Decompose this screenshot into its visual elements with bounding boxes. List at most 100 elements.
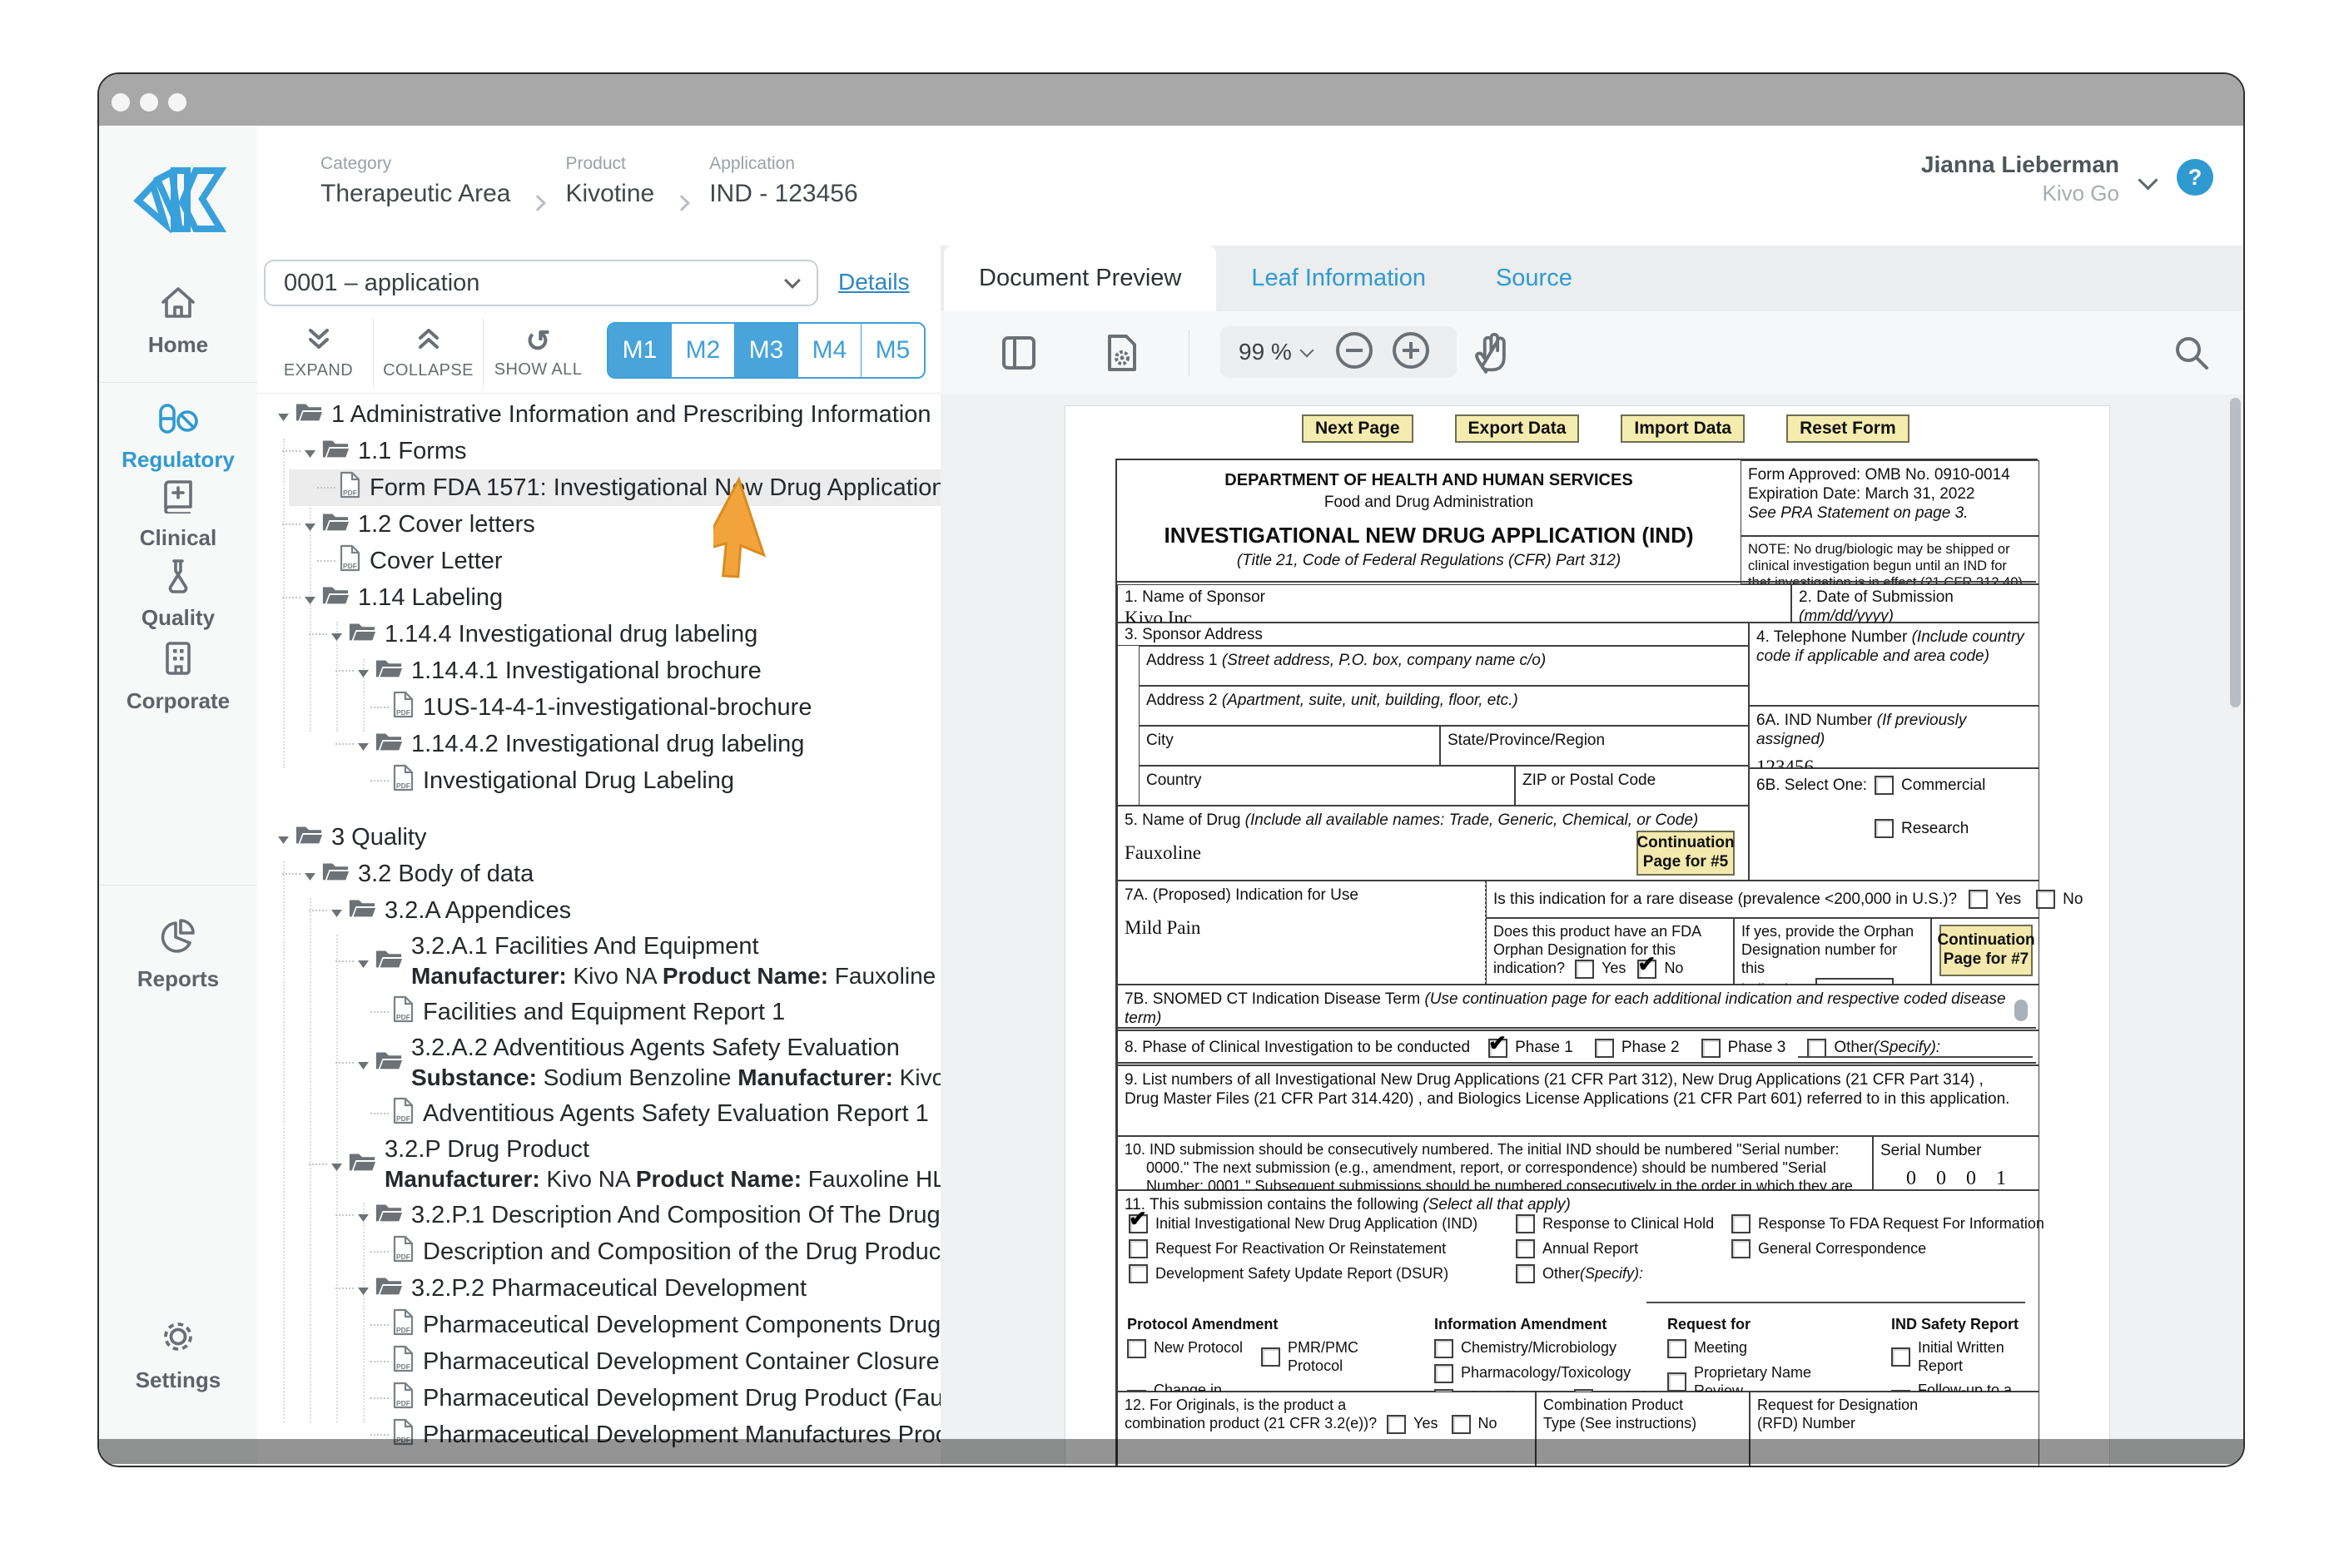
pharmacology-toxicology-checkbox[interactable]: [1434, 1364, 1453, 1383]
tree-folder-row[interactable]: 3.2.P Drug ProductManufacturer: Kivo NA …: [257, 1132, 941, 1197]
sidebar-item-corporate[interactable]: Corporate: [99, 640, 257, 714]
combo-no-checkbox[interactable]: [1452, 1415, 1471, 1434]
tree-document-row[interactable]: PDFPharmaceutical Development Components…: [257, 1307, 941, 1343]
tab-document-preview[interactable]: Document Preview: [944, 246, 1216, 311]
tree-folder-row[interactable]: 1.14.4.2 Investigational drug labeling: [257, 726, 941, 762]
tree-document-row[interactable]: PDFPharmaceutical Development Container …: [257, 1343, 941, 1380]
initial-written-report-checkbox[interactable]: [1891, 1347, 1910, 1367]
document-settings-icon[interactable]: [1103, 333, 1141, 377]
caret-down-icon[interactable]: [357, 1275, 370, 1303]
user-menu-chevron-icon[interactable]: [2138, 170, 2158, 190]
tree-document-row[interactable]: PDFAdventitious Agents Safety Evaluation…: [257, 1095, 941, 1132]
search-icon[interactable]: [2172, 333, 2212, 377]
details-link[interactable]: Details: [838, 269, 910, 295]
close-icon[interactable]: [112, 93, 130, 112]
import-data-button[interactable]: Import Data: [1621, 414, 1745, 443]
tree-folder-row[interactable]: 1 Administrative Information and Prescri…: [257, 396, 941, 433]
next-page-button[interactable]: Next Page: [1302, 414, 1413, 443]
module-tab-m3[interactable]: M3: [735, 324, 798, 377]
tree-folder-row[interactable]: 3.2 Body of data: [257, 856, 941, 892]
preview-scrollbar[interactable]: [2230, 398, 2241, 707]
research-checkbox[interactable]: [1875, 819, 1894, 838]
continuation-page-5-button[interactable]: Continuation Page for #5: [1636, 831, 1735, 876]
tree-folder-row[interactable]: 3.2.A.1 Facilities And EquipmentManufact…: [257, 929, 941, 994]
module-tab-m2[interactable]: M2: [672, 324, 735, 377]
phase1-checkbox[interactable]: [1488, 1039, 1507, 1058]
other-checkbox[interactable]: [1516, 1264, 1535, 1283]
field-city[interactable]: City: [1139, 726, 1440, 766]
zoom-out-icon[interactable]: [1333, 330, 1375, 375]
sidebar-item-reports[interactable]: Reports: [99, 918, 257, 992]
hand-icon[interactable]: [1472, 331, 1515, 380]
meeting-checkbox[interactable]: [1667, 1339, 1686, 1358]
development-safety-update-report-dsur-checkbox[interactable]: [1129, 1264, 1148, 1283]
sidebar-item-quality[interactable]: Quality: [99, 557, 257, 631]
chemistry-microbiology-checkbox[interactable]: [1434, 1339, 1453, 1358]
export-data-button[interactable]: Export Data: [1455, 414, 1580, 443]
module-tab-m1[interactable]: M1: [608, 324, 672, 377]
reset-form-button[interactable]: Reset Form: [1786, 414, 1909, 443]
sequence-select[interactable]: 0001 – application: [264, 260, 818, 306]
show-all-button[interactable]: ↺SHOW ALL: [484, 318, 593, 390]
new-protocol-checkbox[interactable]: [1127, 1339, 1146, 1358]
annual-report-checkbox[interactable]: [1516, 1239, 1535, 1258]
general-correspondence-checkbox[interactable]: [1731, 1239, 1751, 1258]
field-scrollbar[interactable]: [2014, 1000, 2028, 1021]
zoom-control[interactable]: 99 %: [1220, 326, 1457, 378]
proprietary-name-review-checkbox[interactable]: [1667, 1372, 1686, 1392]
tree-document-row[interactable]: PDFInvestigational Drug Labeling: [257, 762, 941, 799]
tree-folder-row[interactable]: 3 Quality: [257, 819, 941, 856]
tree-document-row[interactable]: PDFPharmaceutical Development Drug Produ…: [257, 1380, 941, 1417]
response-to-fda-request-for-information-checkbox[interactable]: [1731, 1214, 1751, 1233]
tab-source[interactable]: Source: [1461, 246, 1607, 311]
field-address2[interactable]: Address 2 (Apartment, suite, unit, build…: [1139, 686, 1749, 726]
phase3-checkbox[interactable]: [1701, 1039, 1721, 1058]
help-button[interactable]: ?: [2177, 159, 2213, 196]
tree-folder-row[interactable]: 3.2.P.1 Description And Composition Of T…: [257, 1197, 941, 1233]
pmr-pmc-protocol-checkbox[interactable]: [1261, 1347, 1280, 1367]
caret-down-icon[interactable]: [304, 584, 316, 612]
field-state[interactable]: State/Province/Region: [1440, 726, 1749, 766]
sidebar-item-regulatory[interactable]: Regulatory: [99, 402, 257, 473]
orphan-no-checkbox[interactable]: [1637, 960, 1656, 979]
caret-down-icon[interactable]: [304, 511, 316, 538]
other-specify-line[interactable]: [1798, 1056, 2033, 1058]
page-layout-icon[interactable]: [1001, 335, 1037, 375]
field-zip[interactable]: ZIP or Postal Code: [1515, 766, 1749, 806]
field-7a-value[interactable]: Mild Pain: [1125, 916, 1478, 940]
caret-down-icon[interactable]: [277, 824, 290, 851]
caret-down-icon[interactable]: [330, 897, 343, 925]
module-tab-m5[interactable]: M5: [862, 324, 924, 377]
phase2-checkbox[interactable]: [1595, 1039, 1614, 1058]
breadcrumb-item-category[interactable]: CategoryTherapeutic Area: [320, 154, 510, 208]
combo-yes-checkbox[interactable]: [1387, 1415, 1406, 1434]
rare-no-checkbox[interactable]: [2036, 890, 2055, 909]
caret-down-icon[interactable]: [330, 1151, 343, 1178]
tree-document-row[interactable]: PDFFacilities and Equipment Report 1: [257, 994, 941, 1030]
rare-yes-checkbox[interactable]: [1969, 890, 1988, 909]
field-address1[interactable]: Address 1 (Street address, P.O. box, com…: [1139, 646, 1749, 686]
breadcrumb-item-application[interactable]: ApplicationIND - 123456: [709, 154, 857, 208]
submission-other-line[interactable]: [1646, 1302, 2025, 1303]
request-for-reactivation-or-reinstatement-checkbox[interactable]: [1129, 1239, 1148, 1258]
maximize-icon[interactable]: [168, 93, 186, 112]
caret-down-icon[interactable]: [357, 657, 370, 685]
minimize-icon[interactable]: [140, 93, 158, 112]
response-to-clinical-hold-checkbox[interactable]: [1516, 1214, 1535, 1233]
zoom-in-icon[interactable]: [1390, 330, 1432, 375]
tree-folder-row[interactable]: 3.2.A Appendices: [257, 892, 941, 929]
serial-number-value[interactable]: 0001: [1902, 1167, 2032, 1193]
expand-button[interactable]: EXPAND: [264, 318, 374, 390]
caret-down-icon[interactable]: [357, 1202, 370, 1229]
initial-investigational-new-drug-application-ind-checkbox[interactable]: [1129, 1214, 1148, 1233]
tree-folder-row[interactable]: 1.14.4.1 Investigational brochure: [257, 653, 941, 689]
tree-document-row[interactable]: PDFDescription and Composition of the Dr…: [257, 1233, 941, 1270]
caret-down-icon[interactable]: [304, 438, 316, 465]
tree-folder-row[interactable]: 3.2.P.2 Pharmaceutical Development: [257, 1270, 941, 1307]
caret-down-icon[interactable]: [277, 401, 290, 429]
sidebar-item-clinical[interactable]: Clinical: [99, 479, 257, 551]
tab-leaf-information[interactable]: Leaf Information: [1216, 246, 1461, 311]
caret-down-icon[interactable]: [357, 1049, 370, 1077]
sidebar-item-home[interactable]: Home: [99, 285, 257, 358]
module-tab-m4[interactable]: M4: [798, 324, 862, 377]
